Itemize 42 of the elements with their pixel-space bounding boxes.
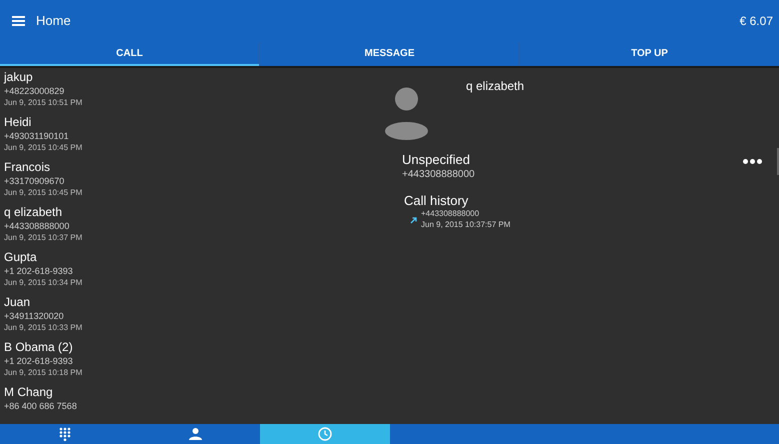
phone-number: +493031190101 [4, 130, 70, 142]
call-time: Jun 9, 2015 10:33 PM [4, 322, 84, 334]
tab[interactable]: TOP UP [519, 42, 779, 66]
dialpad-icon [59, 426, 71, 442]
contact-name[interactable]: q elizabeth [4, 205, 255, 220]
phone-number: +1 202-618-9393 [4, 265, 74, 277]
menu-icon[interactable] [12, 16, 25, 26]
number-type: Unspecified [402, 151, 470, 169]
phone-number: +48223000829 [4, 85, 66, 97]
phone-number: +1 202-618-9393 [4, 355, 74, 367]
more-options-button[interactable] [741, 157, 764, 166]
history-time: Jun 9, 2015 10:37:57 PM [421, 219, 510, 230]
call-time: Jun 9, 2015 10:34 PM [4, 277, 84, 289]
contact-name: q elizabeth [466, 78, 524, 95]
call-time: Jun 9, 2015 10:37 PM [4, 232, 84, 244]
phone-number: +443308888000 [4, 220, 70, 232]
phone-number: +33170909670 [4, 175, 66, 187]
tab[interactable]: MESSAGE [259, 42, 519, 66]
call-time: Jun 9, 2015 10:45 PM [4, 142, 84, 154]
call-time: Jun 9, 2015 10:51 PM [4, 97, 84, 109]
phone-number: +34911320020 [4, 310, 65, 322]
contact-number: +443308888000 [402, 168, 475, 182]
section-heading: Call history [404, 192, 468, 210]
contact-name[interactable]: Heidi [4, 115, 255, 130]
call-time: Jun 9, 2015 10:45 PM [4, 187, 84, 199]
tab[interactable]: CALL [0, 42, 259, 66]
contact-name[interactable]: jakup [4, 70, 255, 85]
contact-name[interactable]: M Chang [4, 385, 255, 400]
clock-icon [318, 427, 332, 441]
balance-text: € 6.07 [740, 13, 773, 30]
app-title: Home [36, 12, 71, 30]
avatar-icon [384, 87, 429, 140]
history-number: +443308888000 [421, 208, 480, 219]
contact-name[interactable]: B Obama (2) [4, 340, 255, 355]
contact-name[interactable]: Francois [4, 160, 255, 175]
phone-number: +86 400 686 7568 [4, 400, 78, 412]
person-icon [188, 428, 202, 440]
outgoing-call-icon [410, 217, 417, 224]
contact-name[interactable]: Juan [4, 295, 255, 310]
scrollbar [777, 148, 779, 175]
call-time: Jun 9, 2015 10:18 PM [4, 367, 84, 379]
contact-name[interactable]: Gupta [4, 250, 255, 265]
